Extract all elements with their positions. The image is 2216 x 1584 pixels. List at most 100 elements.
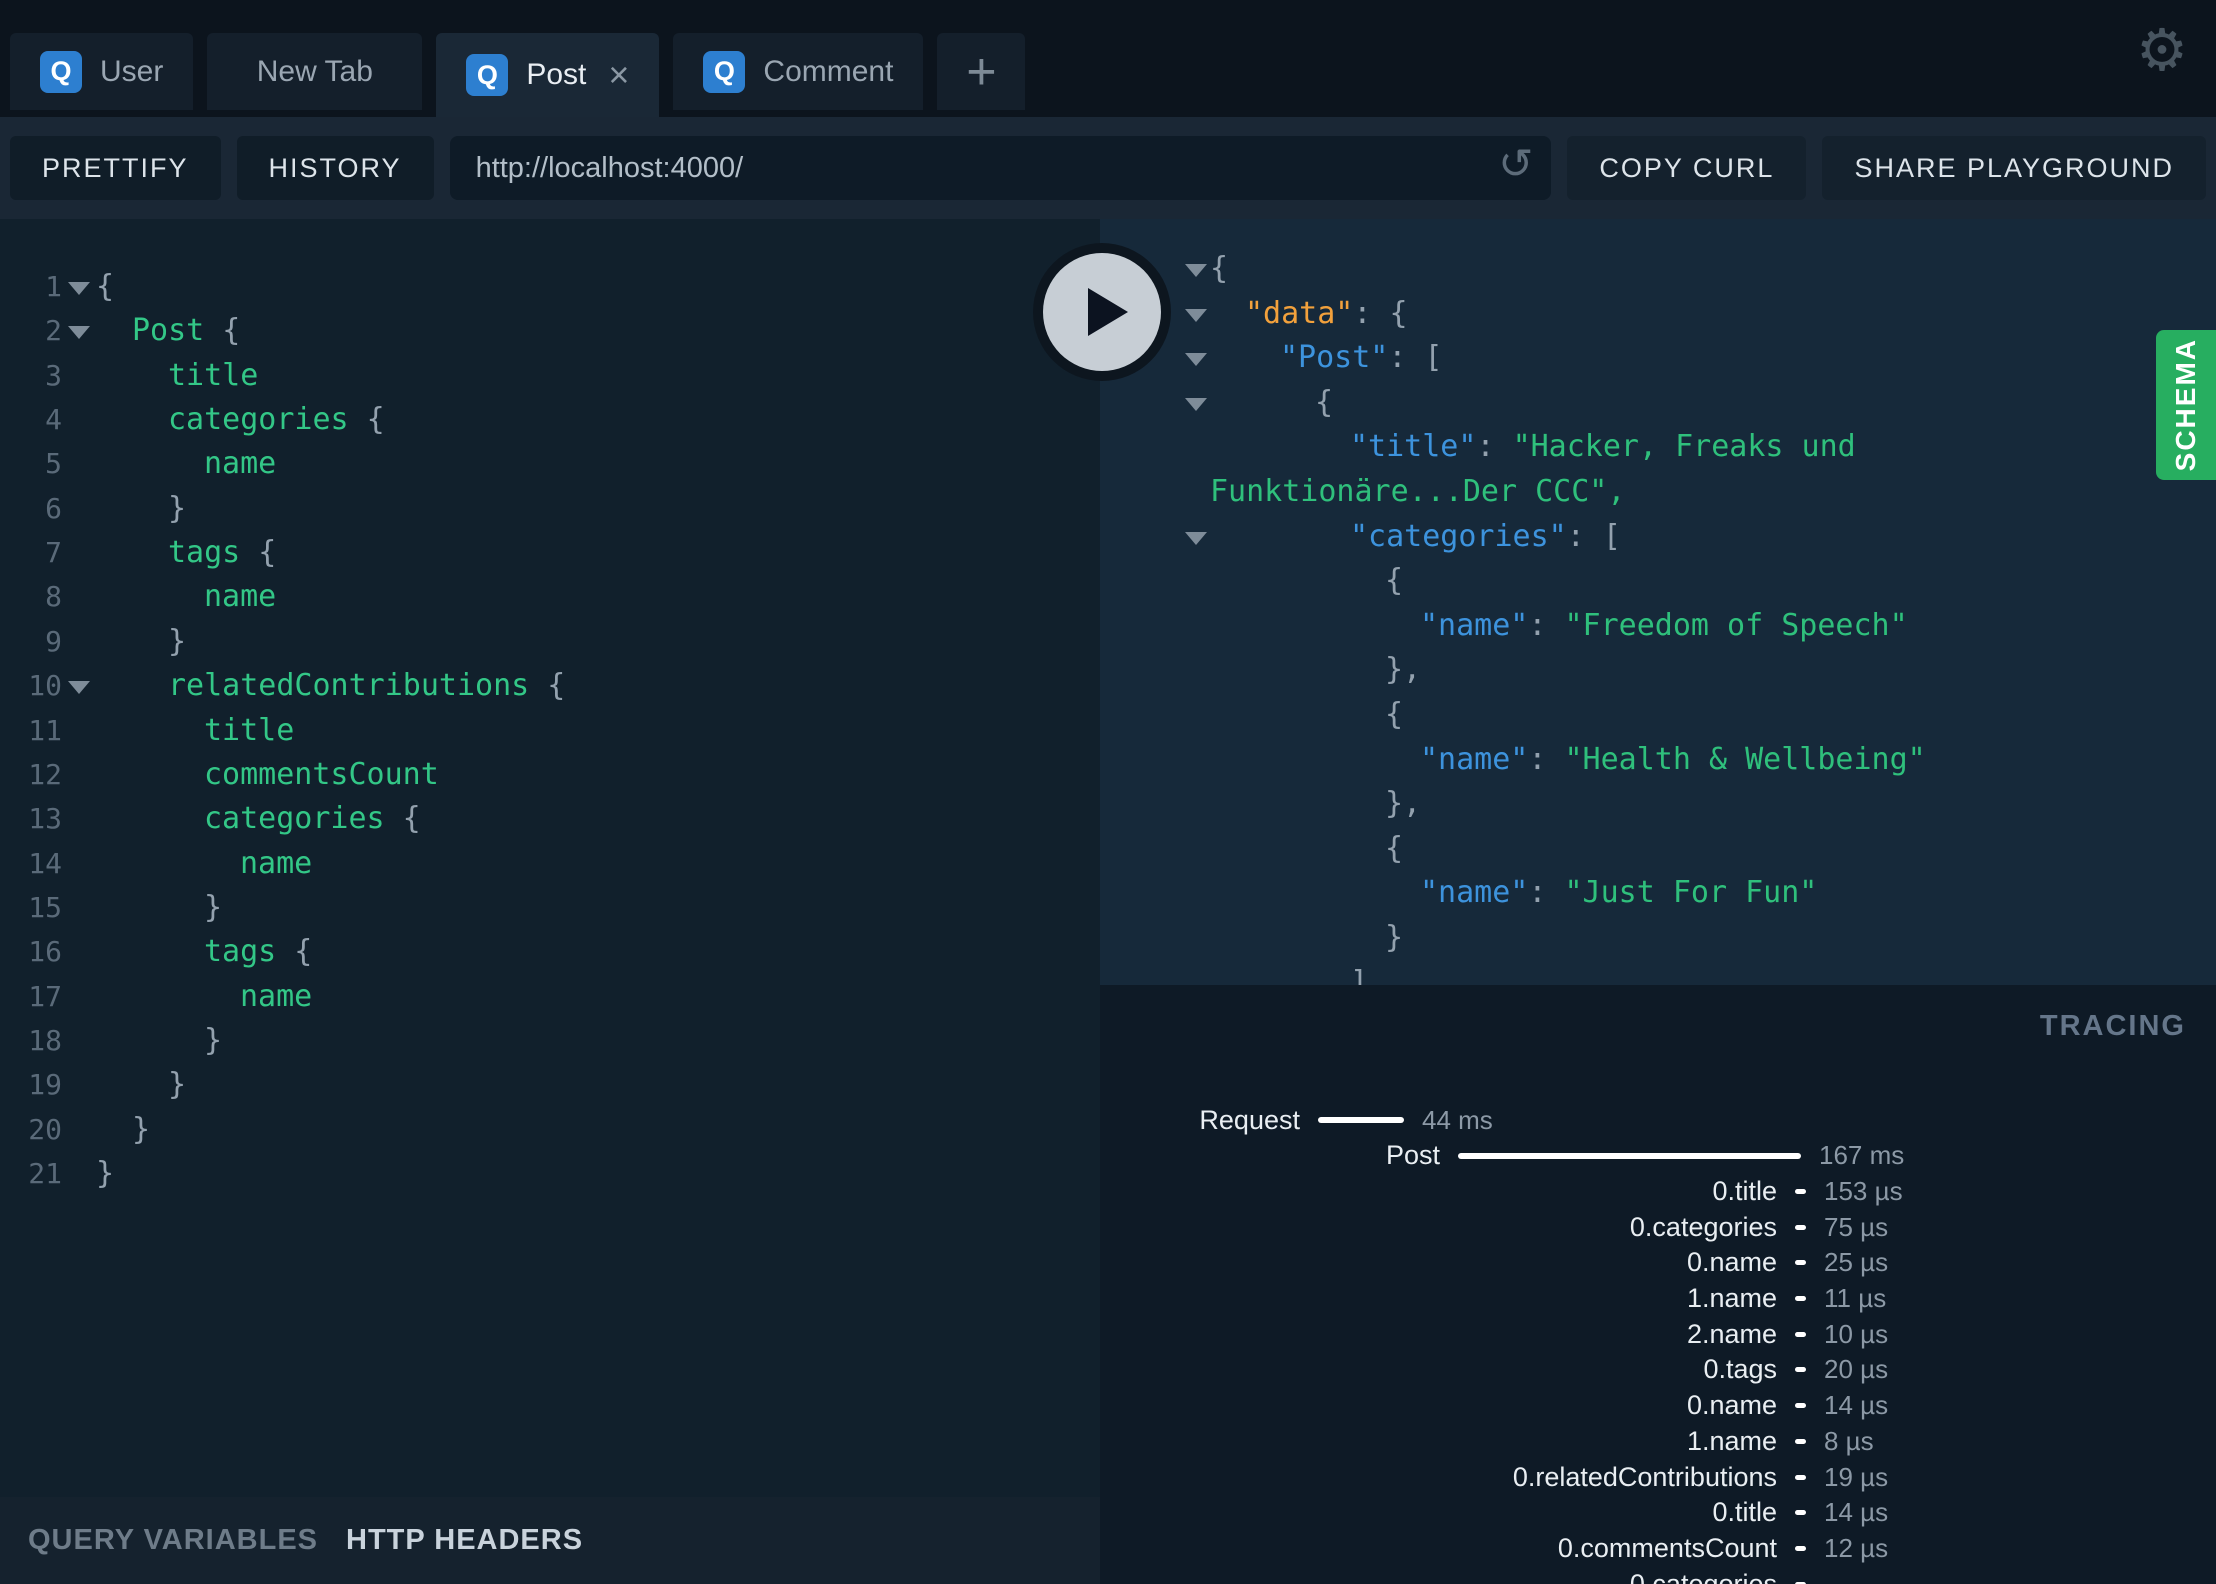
execute-query-button[interactable] — [1033, 243, 1171, 381]
editor-code-text: name — [204, 446, 277, 482]
response-line: "name": "Just For Fun" — [1100, 871, 2216, 915]
editor-code-text: } — [96, 1156, 115, 1191]
editor-line: 4 categories { — [0, 398, 1100, 442]
http-headers-tab[interactable]: HTTP HEADERS — [346, 1524, 583, 1557]
tracing-duration-bar — [1795, 1438, 1806, 1444]
editor-code-text: relatedContributions { — [168, 668, 566, 704]
editor-code-text: tags { — [168, 535, 277, 571]
line-number: 14 — [28, 846, 62, 880]
tab-post[interactable]: Q Post × — [436, 33, 660, 117]
fold-arrow-icon[interactable] — [1185, 264, 1207, 277]
prettify-button[interactable]: PRETTIFY — [10, 136, 221, 200]
editor-line: 18} — [0, 1019, 1100, 1063]
tab-label: Post — [526, 58, 587, 91]
fold-arrow-icon[interactable] — [1185, 397, 1207, 411]
line-number: 12 — [28, 757, 62, 791]
query-badge-icon: Q — [466, 54, 509, 96]
top-tab-bar: Q User New Tab Q Post × Q Comment + ⚙ — [0, 0, 2216, 117]
response-line: }, — [1100, 648, 2216, 692]
editor-code-text: Post { — [132, 313, 241, 349]
tracing-duration-bar — [1795, 1224, 1806, 1230]
editor-code-text: name — [240, 845, 313, 881]
tab-user[interactable]: Q User — [10, 33, 194, 110]
settings-gear-icon[interactable]: ⚙ — [2136, 22, 2188, 80]
editor-line: 2 Post { — [0, 309, 1100, 353]
tracing-duration-bar — [1795, 1510, 1806, 1516]
tracing-row: 0.name 14 µs — [1100, 1388, 2216, 1424]
endpoint-url-input[interactable]: http://localhost:4000/ ↺ — [449, 136, 1552, 200]
response-code-text: "data": { — [1245, 295, 1408, 331]
tracing-duration-bar — [1795, 1545, 1806, 1551]
response-line: { — [1100, 559, 2216, 603]
editor-code-text: } — [132, 1111, 151, 1147]
share-playground-button[interactable]: SHARE PLAYGROUND — [1822, 136, 2206, 200]
tab-comment[interactable]: Q Comment — [673, 33, 924, 110]
response-line: ] — [1100, 961, 2216, 985]
toolbar: PRETTIFY HISTORY http://localhost:4000/ … — [0, 117, 2216, 219]
fold-arrow-icon[interactable] — [68, 681, 90, 695]
fold-arrow-icon[interactable] — [68, 282, 90, 295]
tracing-row: Request 44 ms — [1100, 1102, 2216, 1138]
line-number: 18 — [28, 1023, 62, 1057]
response-code-text: "name": "Just For Fun" — [1420, 875, 1818, 911]
tracing-row: 1.name 8 µs — [1100, 1423, 2216, 1459]
fold-arrow-icon[interactable] — [1185, 308, 1207, 322]
tab-new-tab[interactable]: New Tab — [207, 33, 423, 110]
tab-label: New Tab — [256, 54, 373, 88]
response-line: }, — [1100, 782, 2216, 826]
line-number: 19 — [28, 1068, 62, 1102]
response-code-text: "title": "Hacker, Freaks und — [1350, 429, 1856, 465]
tracing-duration-bar — [1795, 1367, 1806, 1373]
tracing-duration-bar — [1795, 1296, 1806, 1301]
tracing-row: 0.tags 20 µs — [1100, 1352, 2216, 1388]
editor-line: 7 tags { — [0, 531, 1100, 575]
editor-code-text: tags { — [204, 934, 313, 970]
tracing-row: 0.name 25 µs — [1100, 1245, 2216, 1281]
editor-line: 17 name — [0, 975, 1100, 1019]
close-tab-icon[interactable]: × — [608, 57, 629, 93]
editor-code-text: commentsCount — [204, 756, 439, 792]
editor-line: 20} — [0, 1108, 1100, 1152]
tracing-row-label: Post — [1385, 1140, 1440, 1171]
line-number: 20 — [28, 1112, 62, 1146]
line-number: 16 — [28, 935, 62, 969]
tracing-row-label: 0.name — [1686, 1247, 1777, 1278]
response-line: "data": { — [1100, 292, 2216, 336]
tracing-row-label: 0.categories — [1629, 1568, 1777, 1584]
fold-arrow-icon[interactable] — [68, 326, 90, 340]
editor-line: 11 title — [0, 709, 1100, 753]
query-variables-tab[interactable]: QUERY VARIABLES — [28, 1524, 318, 1557]
editor-line: 9} — [0, 620, 1100, 664]
response-code-text: }, — [1385, 786, 1422, 822]
tracing-row-time: 20 µs — [1824, 1354, 1889, 1385]
line-number: 3 — [45, 358, 62, 392]
response-line: Funktionäre...Der CCC", — [1100, 470, 2216, 514]
tab-label: Comment — [763, 54, 894, 88]
response-line: "title": "Hacker, Freaks und — [1100, 425, 2216, 469]
editor-line: 12 commentsCount — [0, 753, 1100, 797]
refresh-schema-icon[interactable]: ↺ — [1498, 143, 1533, 185]
copy-curl-button[interactable]: COPY CURL — [1567, 136, 1807, 200]
tracing-row-time: 14 µs — [1824, 1390, 1889, 1421]
tracing-duration-bar — [1795, 1260, 1806, 1266]
editor-code-text: title — [168, 357, 259, 393]
editor-code-text: { — [96, 269, 115, 304]
response-code-text: "categories": [ — [1350, 518, 1621, 554]
tracing-duration-bar — [1458, 1152, 1801, 1159]
schema-side-tab[interactable]: SCHEMA — [2156, 330, 2216, 480]
editor-code-text: } — [168, 490, 187, 526]
editor-code-text: categories { — [204, 801, 421, 837]
fold-arrow-icon[interactable] — [1185, 531, 1207, 545]
fold-arrow-icon[interactable] — [1185, 353, 1207, 367]
tracing-row: 0.title 153 µs — [1100, 1173, 2216, 1209]
tracing-row-time: 44 ms — [1422, 1104, 1493, 1135]
response-line: "Post": [ — [1100, 336, 2216, 380]
editor-line: 1{ — [0, 265, 1100, 309]
new-tab-button[interactable]: + — [937, 33, 1026, 110]
history-button[interactable]: HISTORY — [236, 136, 434, 200]
query-editor[interactable]: 1{2 Post {3 title 4 categories {5 name 6} 7 tags… — [0, 219, 1100, 1497]
response-line: "name": "Freedom of Speech" — [1100, 604, 2216, 648]
tracing-row: 2.name 10 µs — [1100, 1316, 2216, 1352]
tracing-duration-bar — [1795, 1403, 1806, 1409]
tracing-row-time: 14 µs — [1824, 1497, 1889, 1528]
